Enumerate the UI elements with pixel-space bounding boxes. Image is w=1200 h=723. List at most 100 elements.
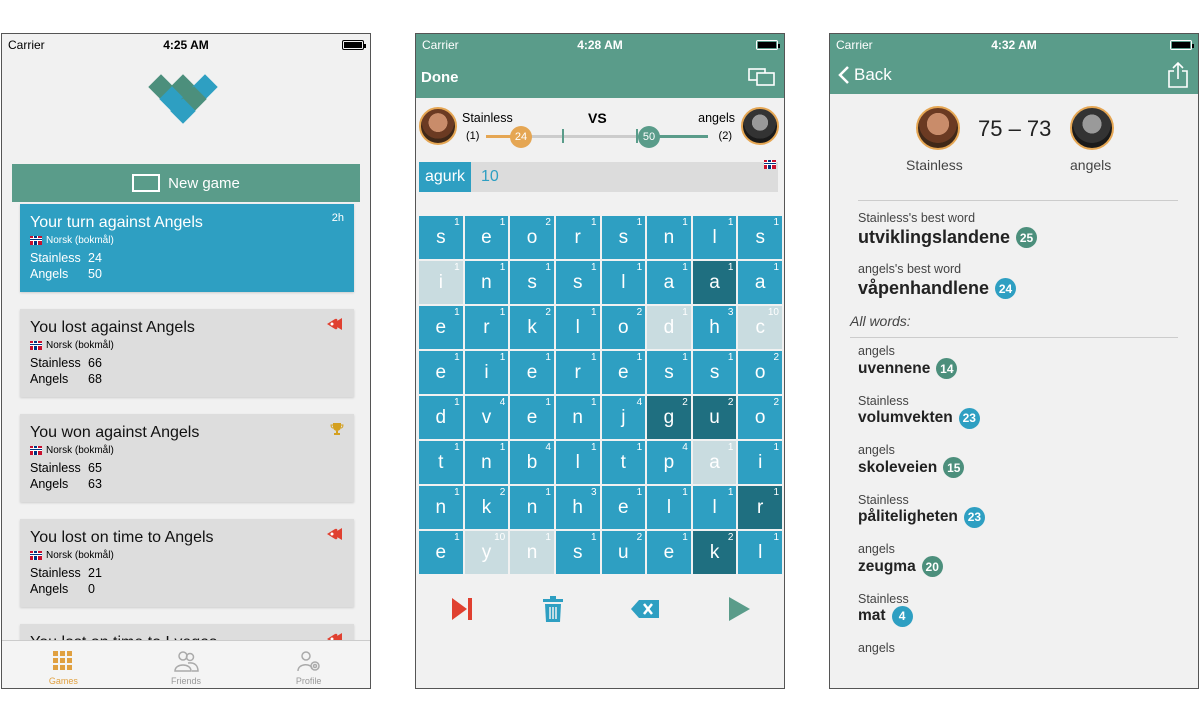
letter-tile[interactable]: e1 — [510, 396, 554, 439]
letter-tile[interactable]: k2 — [464, 486, 509, 529]
player2-avatar[interactable] — [1070, 106, 1114, 150]
play-icon[interactable] — [727, 596, 751, 622]
letter-tile[interactable]: u2 — [601, 531, 646, 574]
letter-tile[interactable]: s1 — [601, 216, 646, 259]
letter-tile[interactable]: h3 — [555, 486, 600, 529]
done-button[interactable]: Done — [421, 69, 459, 86]
letter-tile[interactable]: a1 — [647, 261, 691, 304]
letter-tile[interactable]: o2 — [601, 306, 646, 349]
letter-tile[interactable]: o2 — [738, 351, 782, 394]
player1-avatar[interactable] — [916, 106, 960, 150]
letter-tile[interactable]: l1 — [692, 486, 737, 529]
letter-tile[interactable]: s1 — [510, 261, 554, 304]
clock: 4:28 AM — [577, 38, 623, 52]
horn-icon — [327, 528, 342, 540]
tab-friends[interactable]: Friends — [125, 641, 248, 688]
letter-tile[interactable]: n1 — [510, 486, 554, 529]
current-word-bar: agurk 10 — [419, 160, 778, 192]
letter-tile[interactable]: l1 — [601, 261, 646, 304]
letter-tile[interactable]: s1 — [555, 531, 600, 574]
letter-tile[interactable]: n1 — [510, 531, 554, 574]
game-card[interactable]: You lost against Angels Norsk (bokmål) Sta… — [20, 309, 354, 397]
letter-tile[interactable]: g2 — [647, 396, 691, 439]
status-bar: Carrier 4:32 AM — [830, 34, 1198, 56]
letter-tile[interactable]: l1 — [692, 216, 737, 259]
letter-tile[interactable]: e1 — [601, 486, 646, 529]
tile-value: 1 — [773, 532, 779, 543]
letter-tile[interactable]: k2 — [510, 306, 554, 349]
letter-tile[interactable]: l1 — [555, 441, 600, 484]
letter-tile[interactable]: s1 — [647, 351, 691, 394]
tile-value: 1 — [590, 217, 597, 228]
tab-games[interactable]: Games — [2, 641, 125, 688]
letter-tile[interactable]: s1 — [738, 216, 782, 259]
letter-tile[interactable]: j4 — [601, 396, 646, 439]
vs-label: VS — [588, 110, 607, 126]
letter-tile[interactable]: i1 — [464, 351, 509, 394]
tile-value: 1 — [499, 442, 506, 453]
back-label: Back — [854, 65, 892, 84]
word-text: påliteligheten — [858, 508, 958, 525]
letter-tile[interactable]: d1 — [647, 306, 691, 349]
game-card[interactable]: Your turn against Angels Norsk (bokmål) St… — [20, 204, 354, 292]
letter-tile[interactable]: e1 — [464, 216, 509, 259]
letter-tile[interactable]: o2 — [510, 216, 554, 259]
letter-tile[interactable]: b4 — [510, 441, 554, 484]
tile-letter: l — [575, 451, 580, 473]
letter-tile[interactable]: e1 — [419, 306, 463, 349]
tab-profile[interactable]: Profile — [247, 641, 370, 688]
chat-icon[interactable] — [748, 67, 776, 87]
game-title: You won against Angels — [30, 424, 200, 441]
letter-tile[interactable]: s1 — [419, 216, 463, 259]
letter-tile[interactable]: a1 — [738, 261, 782, 304]
letter-tile[interactable]: l1 — [738, 531, 782, 574]
player2-avatar[interactable] — [741, 107, 779, 145]
backspace-icon[interactable] — [630, 599, 660, 619]
game-card[interactable]: You won against Angels Norsk (bokmål) Stai… — [20, 414, 354, 502]
letter-tile[interactable]: r1 — [555, 216, 600, 259]
new-game-button[interactable]: New game — [12, 164, 360, 202]
letter-tile[interactable]: s1 — [692, 351, 737, 394]
share-icon[interactable] — [1168, 62, 1188, 88]
letter-tile[interactable]: t1 — [601, 441, 646, 484]
letter-tile[interactable]: n1 — [647, 216, 691, 259]
tile-value: 2 — [773, 352, 779, 363]
letter-tile[interactable]: n1 — [419, 486, 463, 529]
letter-tile[interactable]: v4 — [464, 396, 509, 439]
letter-tile[interactable]: e1 — [601, 351, 646, 394]
letter-tile[interactable]: i1 — [738, 441, 782, 484]
letter-tile[interactable]: t1 — [419, 441, 463, 484]
skip-icon[interactable] — [449, 596, 475, 622]
letter-tile[interactable]: e1 — [419, 531, 463, 574]
letter-tile[interactable]: y 10 — [464, 531, 509, 574]
letter-tile[interactable]: l1 — [647, 486, 691, 529]
letter-tile[interactable]: r1 — [555, 351, 600, 394]
letter-tile[interactable]: n1 — [464, 261, 509, 304]
letter-tile[interactable]: n1 — [555, 396, 600, 439]
letter-tile[interactable]: e1 — [510, 351, 554, 394]
letter-tile[interactable]: e1 — [647, 531, 691, 574]
letter-tile[interactable]: c 10 — [738, 306, 782, 349]
letter-tile[interactable]: n1 — [464, 441, 509, 484]
trash-icon[interactable] — [542, 596, 564, 622]
letter-tile[interactable]: u2 — [692, 396, 737, 439]
tile-letter: h — [572, 496, 583, 518]
letter-tile[interactable]: d1 — [419, 396, 463, 439]
letter-tile[interactable]: p4 — [647, 441, 691, 484]
letter-tile[interactable]: l1 — [555, 306, 600, 349]
letter-tile[interactable]: s1 — [555, 261, 600, 304]
letter-tile[interactable]: r1 — [738, 486, 782, 529]
player1-avatar[interactable] — [419, 107, 457, 145]
letter-tile[interactable]: i1 — [419, 261, 463, 304]
letter-tile[interactable]: r1 — [464, 306, 509, 349]
final-score-header: Stainless 75 – 73 angels — [830, 94, 1198, 192]
letter-tile[interactable]: k2 — [692, 531, 737, 574]
game-card[interactable]: You lost on time to Angels Norsk (bokmål)… — [20, 519, 354, 607]
letter-tile[interactable]: a1 — [692, 441, 737, 484]
letter-tile[interactable]: o2 — [738, 396, 782, 439]
letter-tile[interactable]: e1 — [419, 351, 463, 394]
tile-value: 1 — [499, 217, 506, 228]
letter-tile[interactable]: h3 — [692, 306, 737, 349]
letter-tile[interactable]: a1 — [692, 261, 737, 304]
back-button[interactable]: Back — [838, 65, 892, 85]
